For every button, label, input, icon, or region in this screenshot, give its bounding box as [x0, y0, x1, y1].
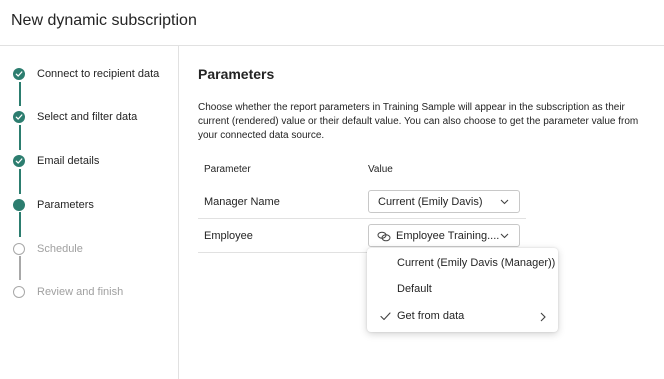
table-row-manager-name: Manager Name Current (Emily Davis) — [198, 185, 526, 219]
column-header-parameter: Parameter — [204, 164, 251, 175]
menu-item-get-from-data[interactable]: Get from data — [367, 305, 558, 329]
step-label: Parameters — [37, 199, 94, 211]
parameter-name: Employee — [204, 230, 253, 242]
manager-name-value-dropdown[interactable]: Current (Emily Davis) — [368, 190, 520, 213]
value-source-menu: Current (Emily Davis (Manager)) Default … — [367, 248, 558, 332]
step-connector — [19, 256, 21, 280]
dialog-title: New dynamic subscription — [11, 12, 197, 29]
step-connect-recipient-data[interactable]: Connect to recipient data — [13, 67, 178, 83]
link-icon — [377, 231, 391, 242]
step-label: Email details — [37, 155, 100, 167]
step-parameters[interactable]: Parameters — [13, 198, 178, 214]
step-connector — [19, 212, 21, 237]
menu-item-label: Get from data — [397, 310, 465, 322]
menu-item-label: Current (Emily Davis (Manager)) — [397, 257, 556, 269]
section-description: Choose whether the report parameters in … — [198, 102, 639, 141]
stepper: Connect to recipient data Select and fil… — [0, 46, 179, 379]
step-label: Schedule — [37, 243, 83, 255]
menu-item-label: Default — [397, 283, 432, 295]
check-circle-icon — [13, 68, 25, 80]
check-circle-icon — [13, 111, 25, 123]
empty-circle-icon — [13, 286, 25, 298]
menu-item-default[interactable]: Default — [367, 278, 558, 302]
step-connector — [19, 82, 21, 106]
check-circle-icon — [13, 155, 25, 167]
chevron-right-icon — [540, 312, 546, 322]
empty-circle-icon — [13, 243, 25, 255]
chevron-down-icon — [500, 199, 509, 205]
column-header-value: Value — [368, 164, 393, 175]
dialog-header: New dynamic subscription — [0, 0, 664, 46]
section-title: Parameters — [198, 66, 275, 82]
step-review-finish: Review and finish — [13, 285, 178, 301]
step-label: Select and filter data — [37, 111, 138, 123]
current-step-icon — [13, 199, 25, 211]
step-connector — [19, 125, 21, 150]
dropdown-value: Employee Training.... — [396, 230, 500, 242]
step-label: Connect to recipient data — [37, 68, 160, 80]
chevron-down-icon — [500, 233, 509, 239]
step-connector — [19, 169, 21, 194]
step-schedule: Schedule — [13, 242, 178, 258]
checkmark-icon — [380, 312, 391, 321]
step-select-filter-data[interactable]: Select and filter data — [13, 110, 178, 126]
step-label: Review and finish — [37, 286, 124, 298]
employee-value-dropdown[interactable]: Employee Training.... — [368, 224, 520, 247]
dialog: New dynamic subscription Connect to reci… — [0, 0, 664, 379]
dropdown-value: Current (Emily Davis) — [378, 196, 483, 208]
parameter-name: Manager Name — [204, 196, 280, 208]
step-email-details[interactable]: Email details — [13, 154, 178, 170]
menu-item-current[interactable]: Current (Emily Davis (Manager)) — [367, 252, 558, 276]
